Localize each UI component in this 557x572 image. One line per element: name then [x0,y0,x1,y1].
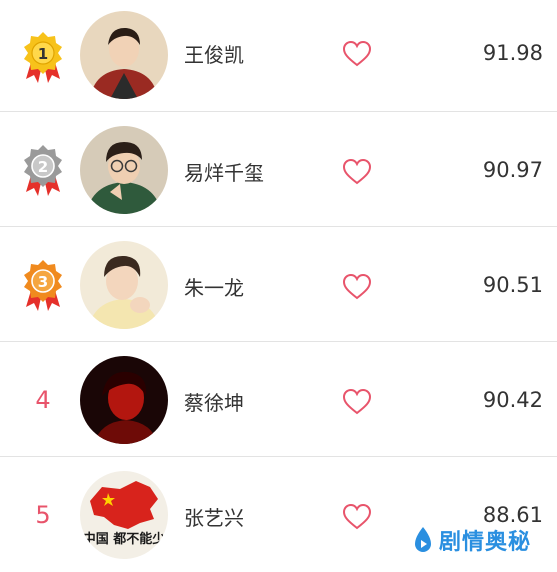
medal-label: 1 [38,45,48,63]
list-item: 4 蔡徐坤 90.42 [0,342,557,457]
list-item: 2 易烊千玺 90.97 [0,112,557,227]
score-value: 90.51 [482,273,543,297]
heart-icon[interactable] [342,503,372,531]
avatar-caption: 中国 都不能少 [83,531,166,547]
name-label: 张艺兴 [184,506,244,530]
avatar [80,356,168,444]
bronze-medal-icon: 3 [20,257,66,313]
name-label: 易烊千玺 [184,161,264,185]
play-drop-icon [415,527,431,552]
avatar [80,11,168,99]
watermark: 剧情奥秘 [411,525,531,555]
score-value: 90.97 [482,158,543,182]
score-value: 91.98 [482,41,543,65]
score-value: 90.42 [482,388,543,412]
list-item: 1 王俊凯 91.98 [0,0,557,112]
heart-icon[interactable] [342,388,372,416]
rank-number: 4 [35,386,51,414]
avatar: 中国 都不能少 [80,471,168,559]
medal-label: 2 [38,158,48,176]
avatar [80,126,168,214]
rank-number: 5 [35,501,51,529]
gold-medal-icon: 1 [20,29,66,85]
medal-label: 3 [38,273,48,291]
heart-icon[interactable] [342,273,372,301]
name-label: 王俊凯 [184,43,244,67]
avatar [80,241,168,329]
name-label: 朱一龙 [184,276,244,300]
name-label: 蔡徐坤 [184,391,244,415]
heart-icon[interactable] [342,40,372,68]
heart-icon[interactable] [342,158,372,186]
silver-medal-icon: 2 [20,142,66,198]
watermark-text: 剧情奥秘 [439,530,532,555]
list-item: 3 朱一龙 90.51 [0,227,557,342]
